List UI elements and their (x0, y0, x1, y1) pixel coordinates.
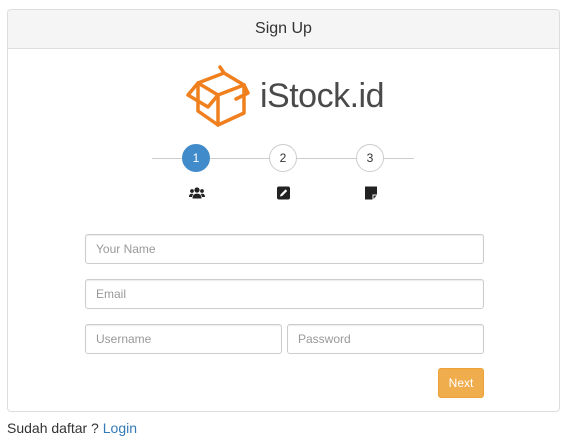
login-prompt: Sudah daftar ? Login (7, 420, 137, 436)
username-input[interactable] (85, 324, 282, 354)
login-prompt-text: Sudah daftar ? (7, 420, 103, 436)
login-link[interactable]: Login (103, 420, 137, 436)
next-button[interactable]: Next (438, 368, 484, 398)
signup-wizard: 1 2 3 (152, 144, 416, 204)
logo-text: iStock.id (260, 76, 385, 115)
email-input[interactable] (85, 279, 484, 309)
users-icon (189, 187, 205, 199)
panel-heading: Sign Up (8, 10, 559, 49)
step-number: 2 (279, 151, 287, 165)
logo: iStock.id (184, 62, 394, 130)
step-number: 3 (366, 151, 374, 165)
next-button-label: Next (448, 376, 474, 390)
signup-panel: Sign Up iStock.id 1 2 3 Your Name Email … (7, 9, 560, 412)
wizard-step-1[interactable]: 1 (182, 144, 210, 172)
box-logo-icon (186, 65, 250, 127)
panel-title: Sign Up (255, 20, 312, 37)
wizard-step-2[interactable]: 2 (269, 144, 297, 172)
note-icon (365, 186, 377, 200)
password-input[interactable] (287, 324, 484, 354)
name-input[interactable] (85, 234, 484, 264)
edit-icon (277, 186, 290, 200)
wizard-step-3[interactable]: 3 (356, 144, 384, 172)
step-number: 1 (192, 151, 200, 165)
